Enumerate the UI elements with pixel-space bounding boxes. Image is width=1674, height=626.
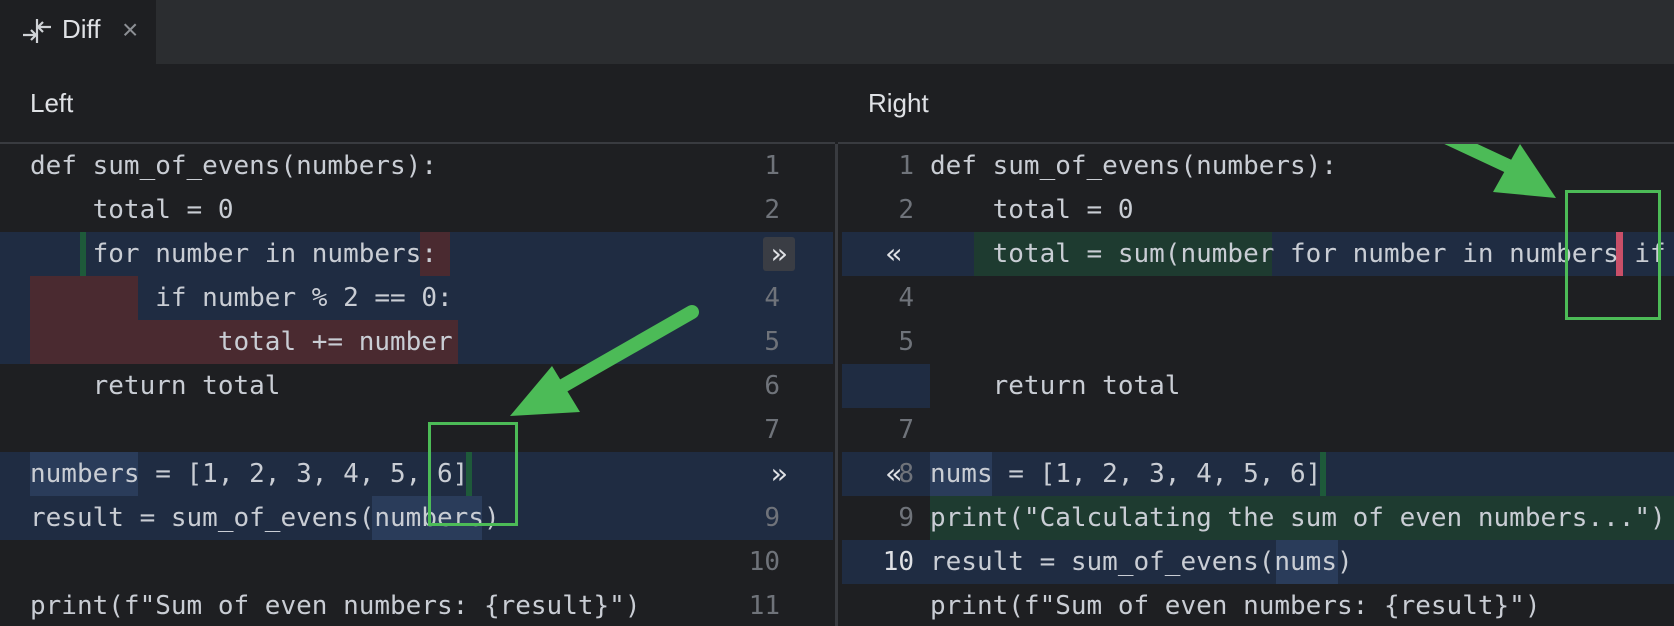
code-line: def sum_of_evens(numbers):: [30, 151, 437, 181]
tab-diff[interactable]: Diff ×: [0, 0, 156, 64]
line-number: 1: [764, 151, 780, 181]
line-number: 5: [898, 327, 914, 357]
code-line: nums = [1, 2, 3, 4, 5, 6]: [930, 459, 1322, 489]
apply-change-right-button[interactable]: »: [763, 452, 795, 496]
annotation-highlight-box: [428, 422, 518, 526]
code-line: result = sum_of_evens(nums): [930, 547, 1353, 577]
line-number: 9: [764, 503, 780, 533]
line-number: 1: [898, 151, 914, 181]
line-number: 4: [764, 283, 780, 313]
code-line: return total: [930, 371, 1181, 401]
left-pane-title: Left: [30, 88, 74, 118]
line-number: 5: [764, 327, 780, 357]
tab-label: Diff: [62, 14, 101, 44]
right-pane-title: Right: [868, 88, 929, 118]
code-line: return total: [30, 371, 281, 401]
code-line: print("Calculating the sum of even numbe…: [930, 503, 1666, 533]
close-icon[interactable]: ×: [122, 14, 138, 46]
line-number: 7: [764, 415, 780, 445]
line-number: 4: [898, 283, 914, 313]
line-number: 2: [898, 195, 914, 225]
apply-change-left-button[interactable]: «: [878, 452, 910, 496]
line-number: 10: [882, 547, 914, 577]
apply-change-right-button[interactable]: »: [763, 237, 795, 271]
tab-bar: Diff ×: [0, 0, 1674, 64]
line-number: 10: [748, 547, 780, 577]
left-editor[interactable]: def sum_of_evens(numbers): total = 0 for…: [0, 144, 835, 626]
code-line: print(f"Sum of even numbers: {result}"): [30, 591, 641, 621]
code-line: total += number: [30, 327, 453, 357]
code-line: total = sum(number for number in numbers…: [930, 239, 1666, 269]
code-line: numbers = [1, 2, 3, 4, 5, 6]: [30, 459, 469, 489]
code-line: print(f"Sum of even numbers: {result}"): [930, 591, 1541, 621]
code-line: for number in numbers:: [30, 239, 437, 269]
left-pane-header: Left: [0, 64, 835, 144]
right-editor[interactable]: def sum_of_evens(numbers): total = 0 tot…: [838, 144, 1674, 626]
code-line: if number % 2 == 0:: [30, 283, 453, 313]
line-number: 2: [764, 195, 780, 225]
changed-block-highlight: [842, 364, 930, 408]
annotation-arrow-icon: [1444, 144, 1556, 198]
line-number: 6: [764, 371, 780, 401]
apply-change-left-button[interactable]: «: [878, 232, 910, 276]
diff-icon: [23, 19, 51, 43]
line-number: 11: [748, 591, 780, 621]
code-line: total = 0: [30, 195, 234, 225]
line-number: 9: [898, 503, 914, 533]
annotation-highlight-box: [1565, 190, 1661, 320]
code-line: def sum_of_evens(numbers):: [930, 151, 1337, 181]
right-pane-header: Right: [838, 64, 1674, 144]
annotation-arrow-icon: [510, 305, 699, 416]
code-line: total = 0: [930, 195, 1134, 225]
line-number: 7: [898, 415, 914, 445]
